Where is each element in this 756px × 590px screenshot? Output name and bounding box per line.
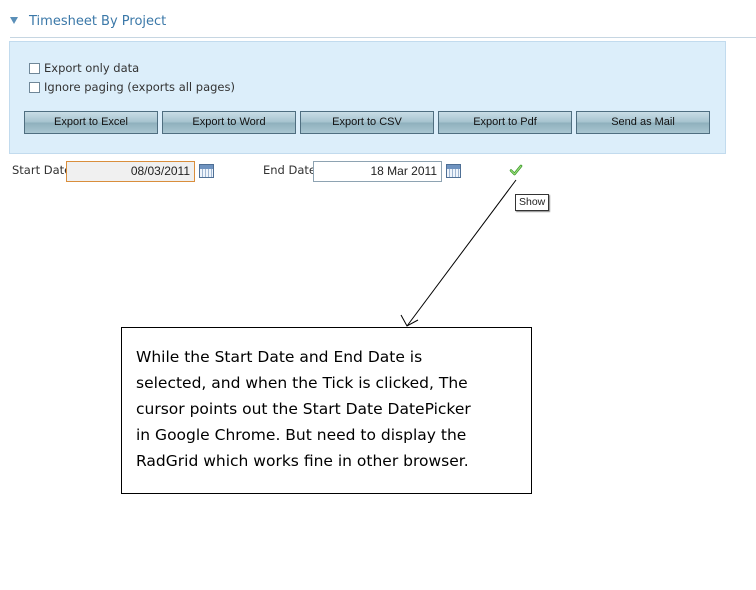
annotation-line: cursor points out the Start Date DatePic… (136, 400, 471, 418)
annotation-line: RadGrid which works fine in other browse… (136, 452, 469, 470)
annotation-note: While the Start Date and End Date is sel… (121, 327, 532, 494)
annotation-line: in Google Chrome. But need to display th… (136, 426, 467, 444)
annotation-arrow (400, 179, 517, 327)
annotation-line: selected, and when the Tick is clicked, … (136, 374, 468, 392)
annotation-line: While the Start Date and End Date is (136, 348, 423, 366)
